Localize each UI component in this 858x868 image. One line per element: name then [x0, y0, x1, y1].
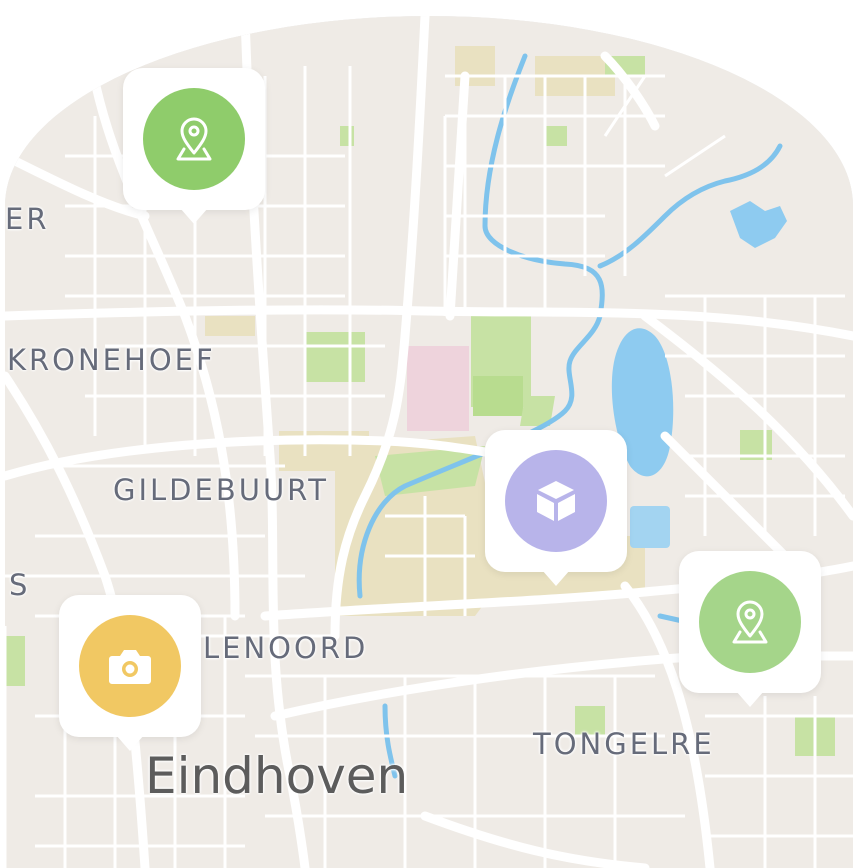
map-view[interactable]: ER KRONEHOEF GILDEBUURT S LENOORD TONGEL… — [5, 16, 853, 868]
location-pin-icon — [699, 571, 801, 673]
district-label-kronehoef: KRONEHOEF — [7, 343, 216, 377]
location-pin-marker-east[interactable] — [679, 551, 821, 707]
location-pin-icon — [143, 88, 245, 190]
pink-area — [407, 346, 469, 431]
package-cube-icon — [505, 450, 607, 552]
district-label-s: S — [9, 568, 31, 602]
district-label-tongelre: TONGELRE — [533, 727, 715, 761]
district-label-er: ER — [5, 202, 50, 236]
district-label-gildebuurt: GILDEBUURT — [113, 473, 329, 507]
package-marker[interactable] — [485, 430, 627, 586]
district-label-lenoord: LENOORD — [203, 631, 369, 665]
camera-marker[interactable] — [59, 595, 201, 751]
city-label-eindhoven: Eindhoven — [145, 747, 409, 805]
camera-icon — [79, 615, 181, 717]
location-pin-marker-north[interactable] — [123, 68, 265, 224]
